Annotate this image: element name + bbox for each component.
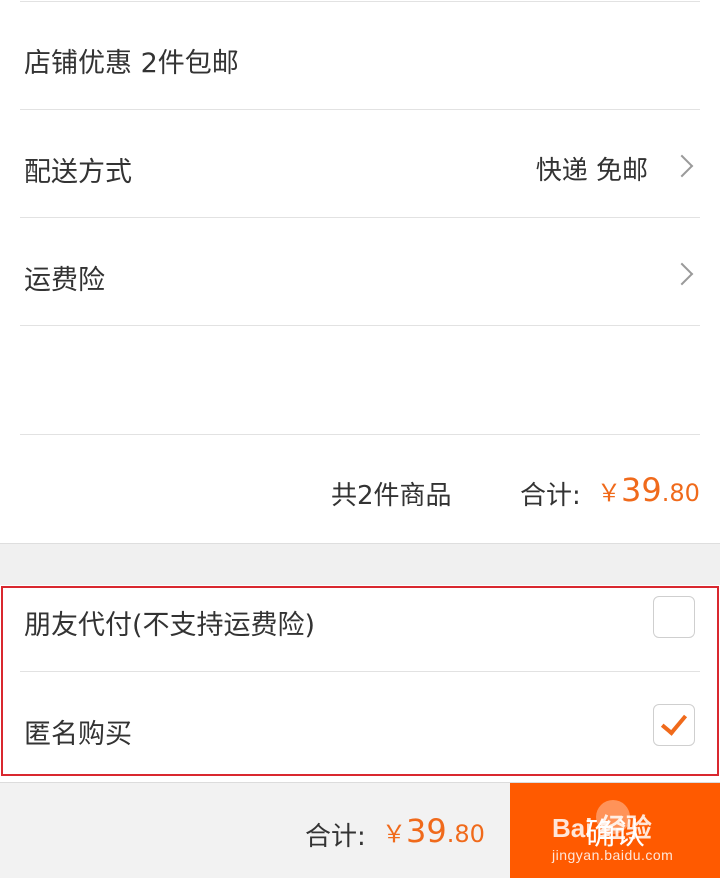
currency-symbol: ￥ — [597, 479, 621, 507]
summary-total-label: 合计: — [520, 481, 581, 511]
delivery-method-row[interactable]: 配送方式 快递 免邮 — [0, 110, 720, 218]
shop-discount-row: 店铺优惠 2件包邮 — [0, 2, 720, 110]
shop-discount-label: 店铺优惠 2件包邮 — [24, 48, 239, 79]
item-count: 共2件商品 — [331, 481, 452, 511]
watermark-brand: Bai 经验 — [552, 813, 652, 843]
price-decimal: .80 — [446, 820, 485, 848]
price-integer: 39 — [406, 812, 447, 850]
currency-symbol: ￥ — [382, 820, 406, 848]
shipping-insurance-row[interactable]: 运费险 — [0, 218, 720, 326]
chevron-right-icon — [670, 154, 694, 178]
delivery-method-label: 配送方式 — [24, 157, 132, 188]
highlight-box — [1, 586, 719, 776]
footer-total-label: 合计: — [305, 822, 366, 852]
delivery-method-value: 快递 免邮 — [535, 156, 648, 186]
price-integer: 39 — [621, 471, 662, 509]
section-separator — [0, 543, 720, 585]
chevron-right-icon — [670, 262, 694, 286]
shipping-insurance-label: 运费险 — [24, 265, 105, 296]
price-decimal: .80 — [661, 479, 700, 507]
order-summary-row: 共2件商品 合计: ￥39.80 — [0, 435, 720, 543]
empty-row — [0, 326, 720, 434]
watermark-url: jingyan.baidu.com — [552, 847, 674, 863]
footer-total-price: ￥39.80 — [382, 812, 485, 850]
watermark: Bai 经验 jingyan.baidu.com — [552, 808, 673, 863]
summary-total-price: ￥39.80 — [597, 471, 700, 509]
